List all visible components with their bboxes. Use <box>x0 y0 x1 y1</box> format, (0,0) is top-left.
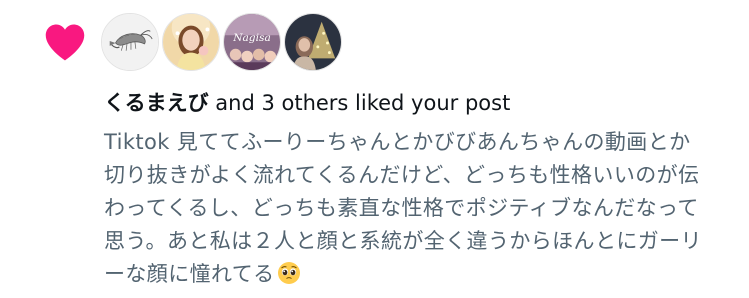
night-tree-photo-avatar[interactable] <box>284 13 342 71</box>
liker-avatars: Nagisa <box>101 13 342 73</box>
liked-post-text[interactable]: Tiktok 見ててふーりーちゃんとかびびあんちゃんの動画とか 切り抜きがよく流… <box>104 126 744 291</box>
post-text-line: 思う。あと私は２人と顔と系統が全く違うからほんとにガーリ <box>104 229 702 253</box>
post-text-line: Tiktok 見ててふーりーちゃんとかびびあんちゃんの動画とか <box>104 130 691 154</box>
heart-icon <box>45 24 85 61</box>
person-photo-avatar[interactable] <box>162 13 220 71</box>
like-action-text: and 3 others liked your post <box>208 91 511 115</box>
post-text-line: わってくるし、どっちも素直な性格でポジティブなんだなって <box>104 196 699 220</box>
post-text-line-last: ーな顔に憧れてる <box>104 258 744 291</box>
svg-text:Nagisa: Nagisa <box>232 31 271 44</box>
shrimp-avatar[interactable] <box>101 13 159 71</box>
pleading-face-emoji <box>277 262 300 284</box>
nagisa-group-photo-avatar[interactable]: Nagisa <box>223 13 281 71</box>
like-notification[interactable]: Nagisa くるまえび and 3 others liked your pos… <box>0 0 749 298</box>
liker-username[interactable]: くるまえび <box>104 91 209 115</box>
post-text-line: 切り抜きがよく流れてくるんだけど、どっちも性格いいのが伝 <box>104 163 700 187</box>
notification-headline[interactable]: くるまえび and 3 others liked your post <box>104 88 510 118</box>
post-text-line: ーな顔に憧れてる <box>104 262 275 286</box>
